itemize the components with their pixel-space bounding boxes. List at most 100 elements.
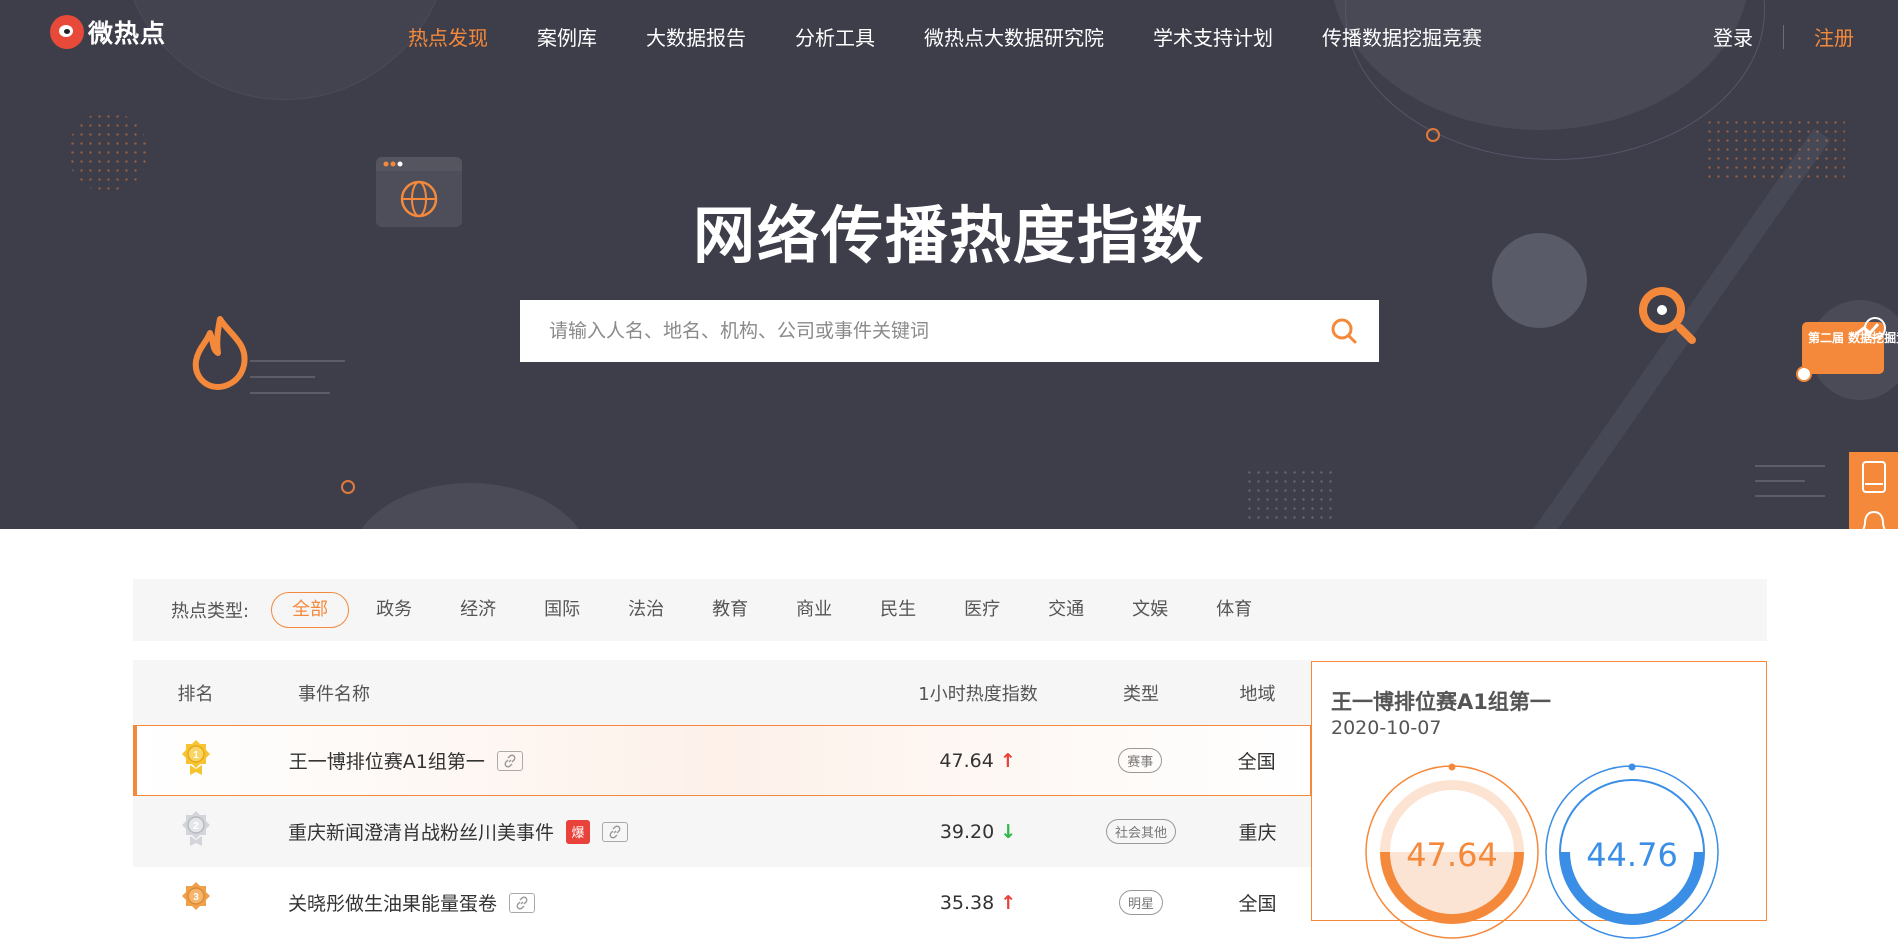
filter-option-sports[interactable]: 体育: [1195, 592, 1273, 628]
type-cell: 社会其他: [1078, 819, 1204, 844]
auth-links: 登录 注册: [1713, 22, 1854, 51]
decor-line: [250, 360, 345, 362]
event-name[interactable]: 王一博排位赛A1组第一: [289, 747, 485, 774]
table-header: 排名 事件名称 1小时热度指数 类型 地域: [133, 660, 1311, 725]
event-name-cell: 王一博排位赛A1组第一: [279, 747, 878, 774]
link-button[interactable]: [602, 821, 629, 842]
region-cell: 全国: [1237, 751, 1276, 773]
search-input[interactable]: [520, 300, 1309, 362]
rank-cell: 3: [133, 881, 278, 924]
header-event-name: 事件名称: [298, 683, 370, 705]
contest-badge-icon: [1796, 300, 1898, 400]
detail-title: 王一博排位赛A1组第一: [1331, 690, 1551, 714]
filter-option-traffic[interactable]: 交通: [1027, 592, 1105, 628]
contest-badge[interactable]: 第二届 数据挖掘竞赛: [1790, 300, 1898, 400]
flame-icon: [192, 316, 248, 390]
event-name[interactable]: 重庆新闻澄清肖战粉丝川美事件: [288, 818, 554, 845]
search-box: [520, 300, 1379, 362]
type-badge: 社会其他: [1105, 819, 1176, 844]
nav-link-data-mining-contest[interactable]: 传播数据挖掘竞赛: [1322, 22, 1482, 51]
magnifier-decor-icon: [1639, 287, 1696, 344]
decor-dots: [1245, 468, 1335, 523]
type-cell: 明星: [1078, 890, 1204, 915]
table-row[interactable]: 2 重庆新闻澄清肖战粉丝川美事件 爆 39.20 ↓ 社会其他 重庆: [133, 796, 1311, 867]
filter-option-entertainment[interactable]: 文娱: [1111, 592, 1189, 628]
header-rank: 排名: [177, 683, 214, 705]
event-name-cell: 重庆新闻澄清肖战粉丝川美事件 爆: [278, 818, 878, 845]
heat-gauge-value: 47.64: [1406, 836, 1498, 874]
decor-dots: [68, 112, 148, 192]
decor-dots: [1705, 118, 1845, 178]
decor-line: [250, 376, 315, 378]
search-button[interactable]: [1309, 300, 1379, 362]
nav-link-academic-support[interactable]: 学术支持计划: [1153, 22, 1273, 51]
link-icon: [516, 896, 528, 909]
link-icon: [609, 825, 621, 838]
heat-gauge: 44.76: [1542, 762, 1722, 946]
hot-badge: 爆: [566, 819, 591, 844]
decor-line: [250, 392, 330, 394]
filter-option-politics[interactable]: 政务: [355, 592, 433, 628]
event-name[interactable]: 关晓彤做生油果能量蛋卷: [288, 889, 497, 916]
filter-option-law[interactable]: 法治: [607, 592, 685, 628]
login-link[interactable]: 登录: [1713, 22, 1753, 51]
filter-option-international[interactable]: 国际: [523, 592, 601, 628]
filter-option-medical[interactable]: 医疗: [943, 592, 1021, 628]
nav-link-hot-discover[interactable]: 热点发现: [408, 22, 488, 51]
nav-link-research-institute[interactable]: 微热点大数据研究院: [924, 22, 1104, 51]
medal-number: 3: [193, 892, 199, 903]
table-row[interactable]: 1 王一博排位赛A1组第一 47.64 ↑ 赛事 全国: [133, 725, 1311, 796]
nav-links: 热点发现 案例库 大数据报告 分析工具 微热点大数据研究院 学术支持计划 传播数…: [408, 22, 1531, 51]
decor-line: [1755, 465, 1825, 467]
nav-link-analysis-tools[interactable]: 分析工具: [795, 22, 875, 51]
top-nav: 微热点 热点发现 案例库 大数据报告 分析工具 微热点大数据研究院 学术支持计划…: [0, 0, 1898, 70]
tablet-icon: [1861, 461, 1886, 493]
table-row[interactable]: 3 关晓彤做生油果能量蛋卷 35.38 ↑ 明星 全国: [133, 867, 1311, 938]
medal-number: 2: [193, 821, 199, 832]
contest-badge-label: 第二届 数据挖掘竞赛: [1808, 331, 1898, 345]
event-name-cell: 关晓彤做生油果能量蛋卷: [278, 889, 878, 916]
filter-option-livelihood[interactable]: 民生: [859, 592, 937, 628]
page-title: 网络传播热度指数: [692, 199, 1205, 272]
region-cell: 重庆: [1238, 822, 1277, 844]
register-link[interactable]: 注册: [1814, 22, 1854, 51]
type-cell: 赛事: [1077, 748, 1203, 773]
decor-line: [1755, 480, 1805, 482]
medal-number: 1: [194, 750, 200, 761]
bronze-medal-icon: 3: [181, 882, 210, 910]
weibo-logo-icon: [50, 15, 84, 49]
decor-ring: [1426, 128, 1440, 142]
decor-circle: [350, 483, 590, 529]
link-button[interactable]: [509, 892, 536, 913]
rank-cell: 1: [134, 739, 279, 782]
hourly-index-value: 47.64: [939, 749, 994, 772]
logo[interactable]: 微热点: [50, 14, 166, 50]
detail-date: 2020-10-07: [1331, 717, 1442, 739]
filter-option-education[interactable]: 教育: [691, 592, 769, 628]
hot-type-filter: 热点类型: 全部 政务 经济 国际 法治 教育 商业 民生 医疗 交通 文娱 体…: [133, 579, 1767, 641]
hourly-index-cell: 47.64 ↑: [878, 750, 1078, 772]
link-button[interactable]: [496, 750, 523, 771]
side-tab: [1849, 452, 1898, 529]
filter-option-economy[interactable]: 经济: [439, 592, 517, 628]
link-icon: [504, 754, 516, 767]
decor-line: [1755, 495, 1825, 497]
hourly-index-cell: 39.20 ↓: [878, 821, 1078, 843]
heat-gauge-value: 44.76: [1586, 836, 1678, 874]
filter-option-business[interactable]: 商业: [775, 592, 853, 628]
hourly-index-value: 39.20: [939, 820, 995, 843]
filter-option-all[interactable]: 全部: [271, 592, 350, 628]
hourly-index-cell: 35.38 ↑: [878, 892, 1078, 914]
tablet-button[interactable]: [1849, 452, 1898, 502]
nav-link-case-library[interactable]: 案例库: [537, 22, 597, 51]
nav-link-big-data-report[interactable]: 大数据报告: [646, 22, 746, 51]
divider: [1783, 24, 1784, 49]
trend-up-icon: ↑: [1000, 891, 1017, 914]
header-type: 类型: [1123, 683, 1159, 705]
qq-button[interactable]: [1849, 502, 1898, 529]
trend-up-icon: ↑: [999, 749, 1016, 772]
qq-icon: [1861, 510, 1886, 529]
rank-cell: 2: [133, 810, 278, 853]
heat-gauge: 47.64: [1362, 762, 1542, 946]
search-icon: [1331, 318, 1357, 344]
